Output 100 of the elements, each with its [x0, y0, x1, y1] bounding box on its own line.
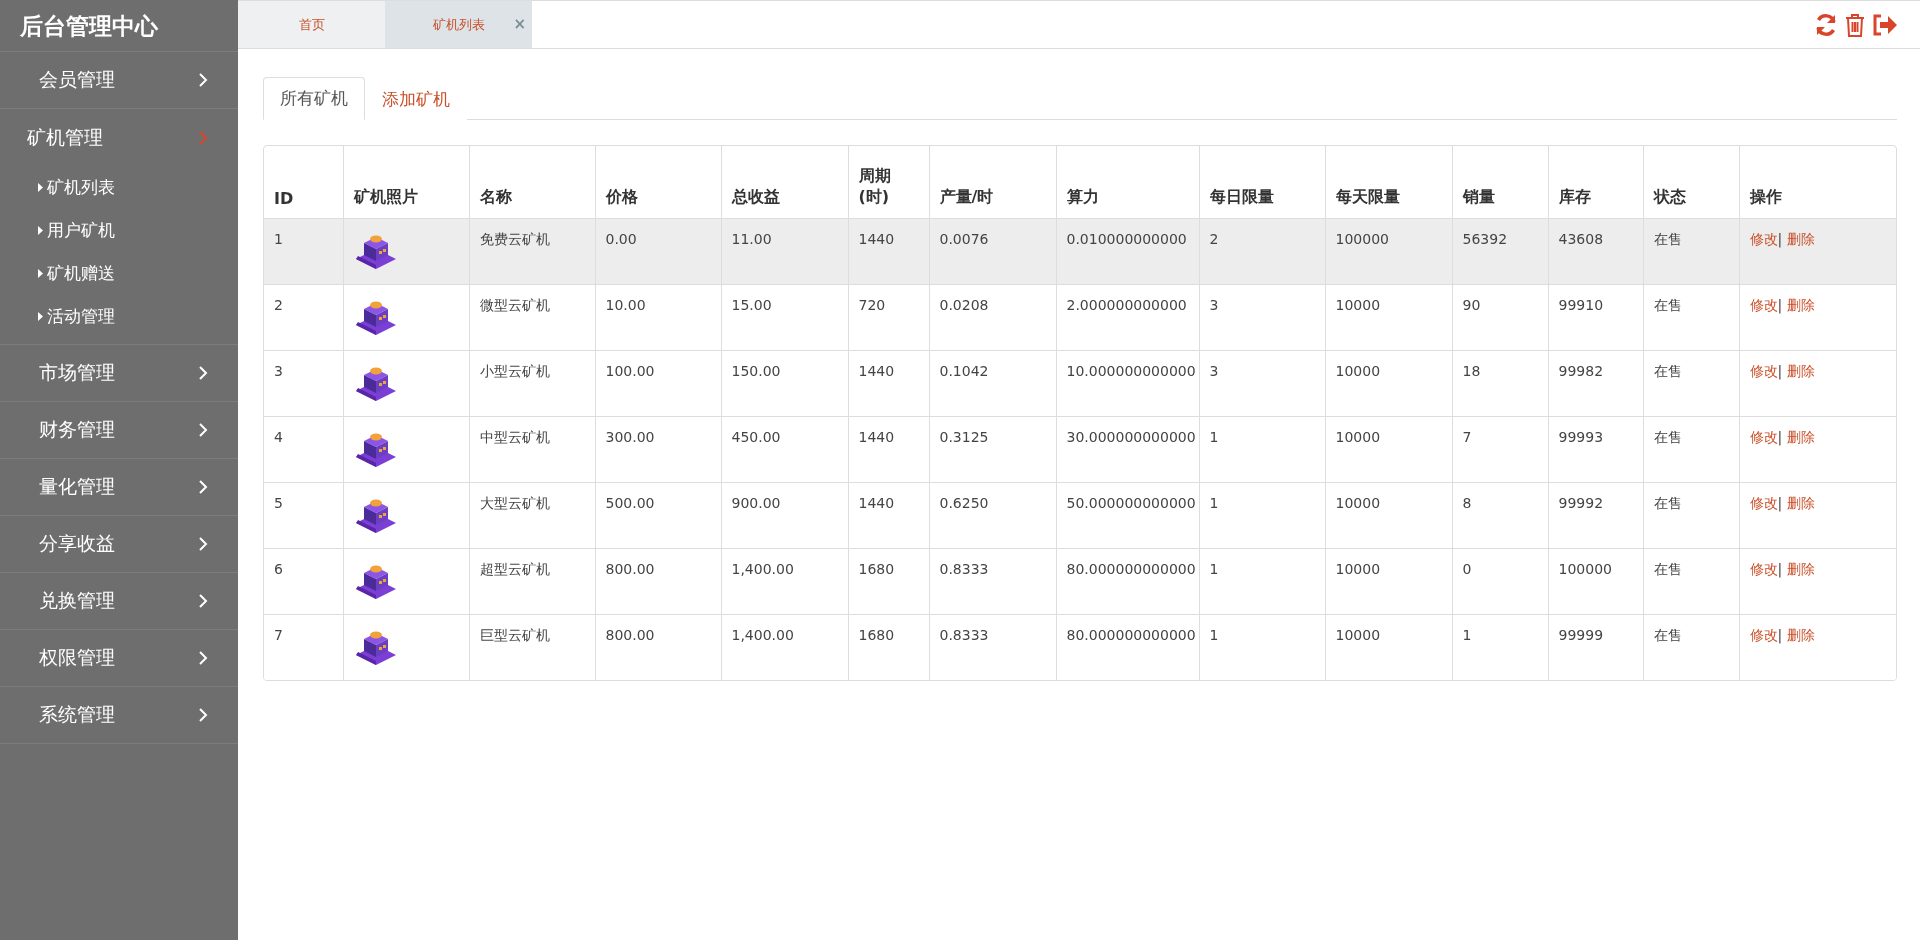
separator: | — [1777, 362, 1784, 379]
table-cell: 5 — [264, 482, 343, 548]
content-tab[interactable]: 所有矿机 — [263, 77, 365, 120]
sidebar-item[interactable]: 系统管理 — [0, 687, 238, 744]
table-cell: 10000 — [1325, 350, 1452, 416]
table-cell: 0.010000000000 — [1056, 218, 1199, 284]
caret-icon — [38, 226, 43, 235]
sidebar-subitem[interactable]: 矿机列表 — [0, 166, 238, 209]
table-cell: 50.000000000000 — [1056, 482, 1199, 548]
table-cell: 18 — [1452, 350, 1548, 416]
table-cell: 99910 — [1548, 284, 1643, 350]
action-link[interactable]: 修改 — [1749, 626, 1778, 643]
sidebar-item[interactable]: 权限管理 — [0, 630, 238, 687]
action-link[interactable]: 修改 — [1749, 296, 1778, 313]
table-cell: 免费云矿机 — [469, 218, 595, 284]
table-cell: 0.0208 — [929, 284, 1056, 350]
table-cell: 8 — [1452, 482, 1548, 548]
sidebar-subitem[interactable]: 用户矿机 — [0, 209, 238, 252]
table-cell: 1,400.00 — [721, 548, 848, 614]
sidebar-item[interactable]: 会员管理 — [0, 52, 238, 109]
table-cell: 90 — [1452, 284, 1548, 350]
table-cell: 99992 — [1548, 482, 1643, 548]
chevron-icon — [199, 366, 208, 380]
table-cell: 在售 — [1643, 218, 1739, 284]
page-tab[interactable]: 首页 — [238, 1, 385, 48]
table-cell: 99982 — [1548, 350, 1643, 416]
table-cell: 1680 — [848, 548, 929, 614]
table-cell: 1,400.00 — [721, 614, 848, 680]
table-cell: 1 — [1199, 482, 1325, 548]
table-cell: 10000 — [1325, 548, 1452, 614]
table-cell: 1 — [1199, 548, 1325, 614]
refresh-icon[interactable] — [1814, 12, 1838, 37]
table-cell: 2 — [264, 284, 343, 350]
action-link[interactable]: 删除 — [1786, 626, 1815, 643]
action-link[interactable]: 删除 — [1786, 494, 1815, 511]
table-cell: 中型云矿机 — [469, 416, 595, 482]
table-cell: 10.000000000000 — [1056, 350, 1199, 416]
action-link[interactable]: 修改 — [1749, 428, 1778, 445]
sidebar-item[interactable]: 量化管理 — [0, 459, 238, 516]
action-link[interactable]: 删除 — [1786, 230, 1815, 247]
action-link[interactable]: 修改 — [1749, 560, 1778, 577]
table-cell: 10000 — [1325, 614, 1452, 680]
table-cell: 720 — [848, 284, 929, 350]
close-icon[interactable]: × — [513, 15, 526, 33]
table-cell: 大型云矿机 — [469, 482, 595, 548]
page-tab[interactable]: 矿机列表 × — [385, 1, 532, 48]
chevron-icon — [199, 130, 208, 145]
table-cell: 15.00 — [721, 284, 848, 350]
table-cell: 6 — [264, 548, 343, 614]
chevron-icon — [199, 708, 208, 722]
logout-icon[interactable] — [1872, 12, 1898, 37]
sidebar-item[interactable]: 分享收益 — [0, 516, 238, 573]
table-cell: 10000 — [1325, 482, 1452, 548]
table-cell: 小型云矿机 — [469, 350, 595, 416]
table-cell: 在售 — [1643, 548, 1739, 614]
sidebar-subitem[interactable]: 活动管理 — [0, 295, 238, 338]
sidebar-item[interactable]: 财务管理 — [0, 402, 238, 459]
table-cell: 99993 — [1548, 416, 1643, 482]
table-cell: 在售 — [1643, 284, 1739, 350]
action-link[interactable]: 删除 — [1786, 428, 1815, 445]
table-cell: 99999 — [1548, 614, 1643, 680]
table-cell: 微型云矿机 — [469, 284, 595, 350]
caret-icon — [38, 183, 43, 192]
sidebar-item[interactable]: 矿机管理 — [0, 109, 238, 166]
sidebar-item[interactable]: 市场管理 — [0, 345, 238, 402]
table-cell: 在售 — [1643, 482, 1739, 548]
table-cell: 2.000000000000 — [1056, 284, 1199, 350]
table-cell: 800.00 — [595, 614, 721, 680]
action-link[interactable]: 修改 — [1749, 494, 1778, 511]
sidebar-subitem[interactable]: 矿机赠送 — [0, 252, 238, 295]
action-link[interactable]: 修改 — [1749, 230, 1778, 247]
table-cell: 1680 — [848, 614, 929, 680]
table-cell: 0 — [1452, 548, 1548, 614]
table-cell: 450.00 — [721, 416, 848, 482]
action-link[interactable]: 修改 — [1749, 362, 1778, 379]
table-cell: 11.00 — [721, 218, 848, 284]
table-cell: 0.00 — [595, 218, 721, 284]
chevron-icon — [199, 594, 208, 608]
table-cell: 10000 — [1325, 416, 1452, 482]
table-cell: 0.3125 — [929, 416, 1056, 482]
sidebar-item[interactable]: 兑换管理 — [0, 573, 238, 630]
table-cell: 3 — [1199, 350, 1325, 416]
chevron-icon — [199, 73, 208, 87]
table-cell: 1440 — [848, 350, 929, 416]
action-link[interactable]: 删除 — [1786, 362, 1815, 379]
column-header: ID — [264, 146, 343, 218]
trash-icon[interactable] — [1844, 12, 1866, 37]
action-link[interactable]: 删除 — [1786, 296, 1815, 313]
chevron-icon — [199, 651, 208, 665]
table-cell: 7 — [1452, 416, 1548, 482]
action-link[interactable]: 删除 — [1786, 560, 1815, 577]
separator: | — [1777, 560, 1784, 577]
caret-icon — [38, 312, 43, 321]
separator: | — [1777, 626, 1784, 643]
table-cell: 3 — [264, 350, 343, 416]
caret-icon — [38, 269, 43, 278]
separator: | — [1777, 428, 1784, 445]
table-cell: 1 — [1199, 614, 1325, 680]
table-cell: 在售 — [1643, 416, 1739, 482]
table-cell: 100000 — [1325, 218, 1452, 284]
